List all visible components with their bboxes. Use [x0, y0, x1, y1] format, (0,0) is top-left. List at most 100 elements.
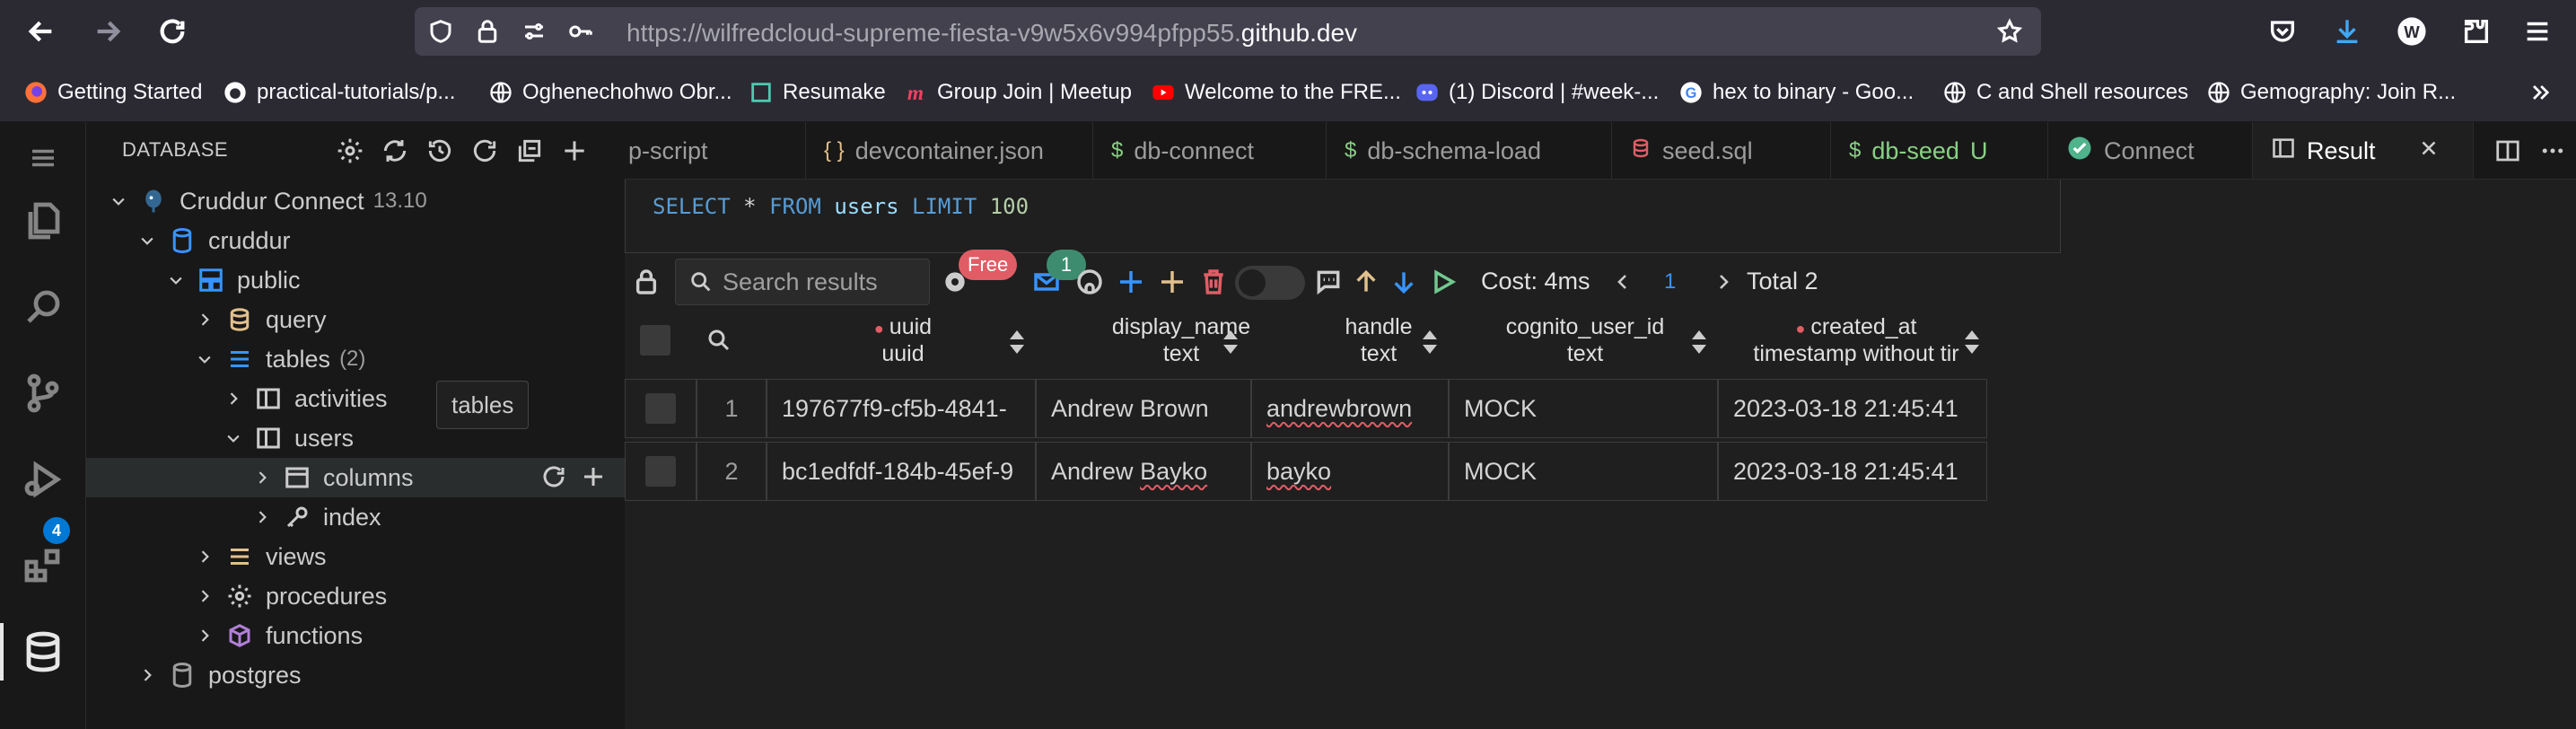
- close-icon[interactable]: [2417, 136, 2440, 166]
- tab-db-connect[interactable]: $ db-connect: [1093, 122, 1327, 179]
- cell-display-name[interactable]: Andrew Brown: [1036, 379, 1251, 438]
- bookmark-hex-to-binary[interactable]: G hex to binary - Goo...: [1678, 77, 1914, 108]
- bookmark-resumake[interactable]: Resumake: [749, 77, 886, 108]
- sort-cognito-user-id-button[interactable]: [1689, 329, 1709, 356]
- sort-uuid-button[interactable]: [1007, 329, 1027, 356]
- tree-views[interactable]: views: [86, 537, 625, 576]
- cell-uuid[interactable]: bc1edfdf-184b-45ef-9: [767, 442, 1036, 501]
- run-debug-button[interactable]: [0, 444, 86, 515]
- more-actions-button[interactable]: [2537, 135, 2569, 167]
- tree-tables[interactable]: tables (2): [86, 339, 625, 379]
- cell-created-at[interactable]: 2023-03-18 21:45:41: [1718, 379, 1987, 438]
- cell-handle[interactable]: bayko: [1251, 442, 1449, 501]
- extensions-button[interactable]: [0, 530, 86, 602]
- tab-db-seed[interactable]: $ db-seed U: [1831, 122, 2048, 179]
- column-header-created-at[interactable]: ● created_at timestamp without tir: [1722, 309, 1991, 372]
- comment-button[interactable]: [1312, 266, 1345, 298]
- sort-down-button[interactable]: [1388, 266, 1420, 298]
- tree-table-activities[interactable]: activities: [86, 379, 625, 418]
- bookmarks-overflow-button[interactable]: [2528, 77, 2553, 108]
- github-button[interactable]: [1073, 266, 1106, 298]
- refresh-icon[interactable]: [540, 463, 567, 490]
- lock-icon[interactable]: [472, 16, 503, 47]
- permissions-icon[interactable]: [519, 16, 549, 47]
- filter-button[interactable]: [697, 309, 741, 372]
- search-results-input[interactable]: [723, 268, 911, 296]
- column-header-cognito-user-id[interactable]: cognito_user_id text: [1450, 309, 1720, 372]
- tab-connect[interactable]: Connect: [2048, 122, 2253, 179]
- pocket-icon[interactable]: [2264, 13, 2301, 50]
- tab-setup-script[interactable]: p-script: [625, 122, 806, 179]
- column-header-uuid[interactable]: ● uuid uuid: [768, 309, 1038, 372]
- row-checkbox[interactable]: [625, 379, 697, 438]
- reload-button[interactable]: [153, 12, 192, 51]
- run-button[interactable]: [1427, 266, 1459, 298]
- sort-up-button[interactable]: [1350, 266, 1382, 298]
- collapse-all-button[interactable]: [513, 135, 546, 167]
- tree-columns[interactable]: columns: [86, 458, 625, 497]
- tab-db-schema-load[interactable]: $ db-schema-load: [1327, 122, 1612, 179]
- account-avatar[interactable]: W: [2393, 13, 2431, 50]
- select-all-checkbox[interactable]: [637, 309, 673, 372]
- key-icon[interactable]: [565, 16, 596, 47]
- add-column-button[interactable]: [1156, 266, 1188, 298]
- bookmark-gemography[interactable]: Gemography: Join R...: [2206, 77, 2456, 108]
- row-checkbox[interactable]: [625, 442, 697, 501]
- hamburger-menu-button[interactable]: [0, 122, 86, 194]
- split-editor-button[interactable]: [2492, 135, 2524, 167]
- next-page-button[interactable]: [1713, 271, 1736, 294]
- bookmark-practical-tutorials[interactable]: practical-tutorials/p...: [223, 77, 455, 108]
- page-number[interactable]: 1: [1664, 269, 1676, 294]
- database-button[interactable]: [0, 616, 86, 688]
- refresh-button[interactable]: [469, 135, 501, 167]
- tree-procedures[interactable]: procedures: [86, 576, 625, 616]
- extensions-icon[interactable]: [2458, 13, 2495, 50]
- add-connection-button[interactable]: [558, 135, 591, 167]
- menu-icon[interactable]: [2519, 13, 2556, 50]
- search-button[interactable]: [0, 271, 86, 343]
- url-text[interactable]: https://wilfredcloud-supreme-fiesta-v9w5…: [626, 19, 1357, 48]
- query-editor[interactable]: SELECT * FROM users LIMIT 100: [625, 180, 2061, 253]
- search-results-field[interactable]: [675, 259, 930, 305]
- cell-cognito-user-id[interactable]: MOCK: [1449, 379, 1718, 438]
- tree-database-postgres[interactable]: postgres: [86, 655, 625, 695]
- history-button[interactable]: [424, 135, 456, 167]
- sort-display-name-button[interactable]: [1221, 329, 1240, 356]
- bookmark-welcome[interactable]: Welcome to the FRE...: [1151, 77, 1401, 108]
- sort-handle-button[interactable]: [1420, 329, 1440, 356]
- table-row[interactable]: 1 197677f9-cf5b-4841- Andrew Brown andre…: [625, 377, 1989, 440]
- downloads-icon[interactable]: [2328, 13, 2366, 50]
- tab-seed-sql[interactable]: seed.sql: [1612, 122, 1831, 179]
- tree-index[interactable]: index: [86, 497, 625, 537]
- tree-connection[interactable]: Cruddur Connect 13.10: [86, 181, 625, 221]
- bookmark-oghenechohwo[interactable]: Oghenechohwo Obr...: [488, 77, 732, 108]
- shield-icon[interactable]: [425, 16, 456, 47]
- bookmark-c-and-shell[interactable]: C and Shell resources: [1942, 77, 2188, 108]
- cell-handle[interactable]: andrewbrown: [1251, 379, 1449, 438]
- tab-devcontainer[interactable]: { } devcontainer.json: [806, 122, 1093, 179]
- bookmark-star-icon[interactable]: [1994, 16, 2025, 47]
- bookmark-meetup[interactable]: m Group Join | Meetup: [903, 77, 1132, 108]
- explorer-button[interactable]: [0, 185, 86, 257]
- table-row[interactable]: 2 bc1edfdf-184b-45ef-9 Andrew Bayko bayk…: [625, 440, 1989, 503]
- bookmark-discord[interactable]: (1) Discord | #week-...: [1415, 77, 1659, 108]
- settings-button[interactable]: [334, 135, 366, 167]
- tree-database-cruddur[interactable]: cruddur: [86, 221, 625, 260]
- sync-button[interactable]: [379, 135, 411, 167]
- add-row-button[interactable]: [1115, 266, 1147, 298]
- sort-created-at-button[interactable]: [1962, 329, 1982, 356]
- forward-button[interactable]: [88, 12, 127, 51]
- bookmark-getting-started[interactable]: Getting Started: [23, 77, 202, 108]
- tree-functions[interactable]: functions: [86, 616, 625, 655]
- lock-button[interactable]: [630, 266, 662, 298]
- back-button[interactable]: [22, 12, 61, 51]
- cell-created-at[interactable]: 2023-03-18 21:45:41: [1718, 442, 1987, 501]
- cell-display-name[interactable]: Andrew Bayko: [1036, 442, 1251, 501]
- plus-icon[interactable]: [580, 463, 607, 490]
- delete-button[interactable]: [1197, 266, 1230, 298]
- url-bar[interactable]: https://wilfredcloud-supreme-fiesta-v9w5…: [415, 7, 2041, 56]
- tab-result[interactable]: Result: [2253, 122, 2474, 179]
- tree-schema-public[interactable]: public: [86, 260, 625, 300]
- tree-query[interactable]: query: [86, 300, 625, 339]
- tree-table-users[interactable]: users: [86, 418, 625, 458]
